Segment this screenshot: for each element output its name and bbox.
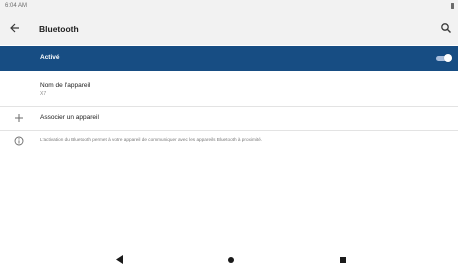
info-row: L'activation du Bluetooth permet à votre… <box>0 133 458 149</box>
bluetooth-switch[interactable] <box>436 54 452 62</box>
status-time: 6:04 AM <box>5 3 28 9</box>
page-title: Bluetooth <box>39 24 79 34</box>
triangle-back-icon[interactable] <box>116 255 124 264</box>
status-bar: 6:04 AM <box>0 0 458 12</box>
pair-device-label: Associer un appareil <box>40 114 99 121</box>
device-name-row[interactable]: Nom de l'appareil X7 <box>0 76 458 104</box>
square-recents-icon[interactable] <box>340 257 346 263</box>
search-icon[interactable] <box>440 22 452 34</box>
divider <box>0 130 458 131</box>
info-text: L'activation du Bluetooth permet à votre… <box>40 137 263 142</box>
toggle-label: Activé <box>40 54 60 61</box>
arrow-left-icon[interactable] <box>9 21 21 35</box>
switch-thumb <box>444 54 452 62</box>
plus-icon <box>15 114 23 122</box>
device-name-value: X7 <box>40 91 47 97</box>
circle-home-icon[interactable] <box>228 257 234 263</box>
app-bar: Bluetooth <box>0 12 458 45</box>
device-name-label: Nom de l'appareil <box>40 82 91 89</box>
divider <box>0 106 458 107</box>
bluetooth-toggle-row[interactable]: Activé <box>0 46 458 71</box>
navigation-bar <box>0 250 458 269</box>
battery-icon <box>451 3 454 9</box>
info-icon <box>14 136 24 146</box>
pair-device-row[interactable]: Associer un appareil <box>0 108 458 129</box>
